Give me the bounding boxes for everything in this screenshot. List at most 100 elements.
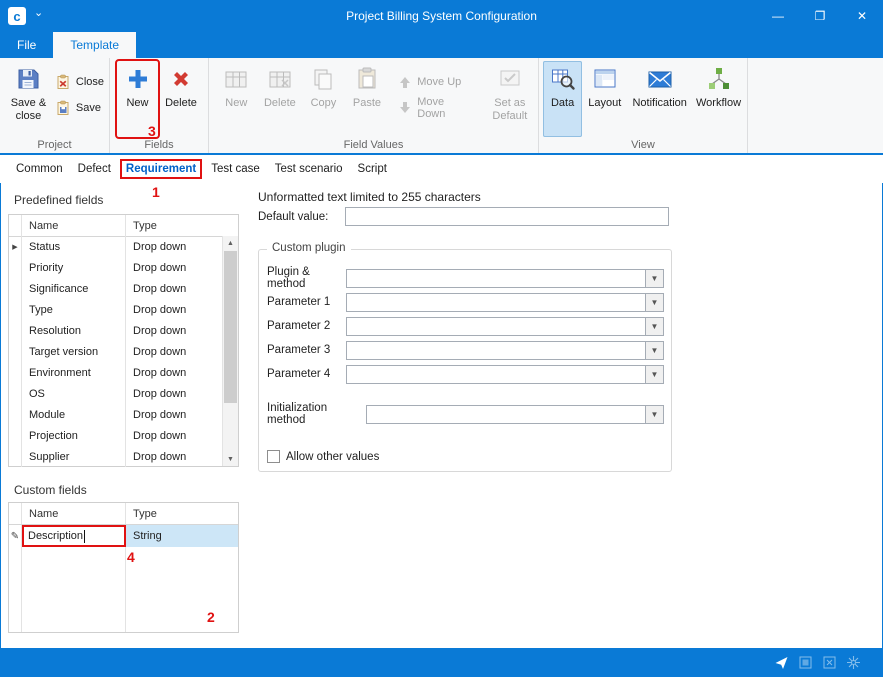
combo-select[interactable]: ▼ — [346, 341, 664, 360]
move-down-button: Move Down — [395, 99, 475, 117]
group-label-project: Project — [0, 139, 109, 151]
custom-plugin-title: Custom plugin — [267, 242, 351, 254]
new-field-label: New — [126, 97, 148, 110]
chevron-down-icon[interactable]: ▼ — [645, 342, 663, 359]
panel-icon[interactable] — [798, 655, 813, 670]
chevron-down-icon[interactable]: ▼ — [645, 318, 663, 335]
predefined-field-row[interactable]: TypeDrop down — [9, 299, 221, 320]
empty-name-column — [22, 547, 126, 632]
template-tab-script[interactable]: Script — [352, 159, 393, 179]
paste-icon — [354, 64, 380, 94]
chevron-down-icon[interactable]: ▼ — [645, 294, 663, 311]
set-as-default-button: Set as Default — [484, 61, 536, 137]
predefined-field-row[interactable]: ModuleDrop down — [9, 404, 221, 425]
field-name-cell: Target version — [22, 341, 126, 362]
predefined-table-body: ▶StatusDrop downPriorityDrop downSignifi… — [9, 236, 221, 466]
annotation-number-1: 1 — [152, 184, 160, 200]
template-tab-defect[interactable]: Defect — [72, 159, 117, 179]
chevron-down-icon[interactable]: ▼ — [645, 270, 663, 287]
close-template-button[interactable]: Close — [52, 73, 107, 91]
default-value-input[interactable] — [345, 207, 669, 226]
chevron-down-icon[interactable]: ▼ — [645, 366, 663, 383]
layout-icon — [592, 64, 618, 94]
predefined-field-row[interactable]: ResolutionDrop down — [9, 320, 221, 341]
header-name: Name — [22, 215, 126, 236]
custom-field-row[interactable]: ✎ Description String — [9, 525, 238, 547]
spark-settings-icon[interactable] — [846, 655, 861, 670]
view-layout-label: Layout — [588, 97, 621, 110]
save-close-icon — [15, 64, 41, 94]
predefined-field-row[interactable]: PriorityDrop down — [9, 257, 221, 278]
predefined-field-row[interactable]: SupplierDrop down — [9, 446, 221, 467]
combo-select[interactable]: ▼ — [346, 317, 664, 336]
scrollbar-thumb[interactable] — [224, 251, 237, 403]
field-name-cell: Environment — [22, 362, 126, 383]
field-name-editor[interactable]: Description — [22, 525, 126, 547]
save-button[interactable]: Save — [52, 99, 107, 117]
ribbon-group-project: Save & close Close Save Project — [0, 58, 110, 153]
header-type: Type — [126, 215, 238, 236]
field-name-cell: Significance — [22, 278, 126, 299]
template-tab-common[interactable]: Common — [10, 159, 69, 179]
close-template-icon — [55, 74, 71, 90]
predefined-fields-table: Name Type ▶StatusDrop downPriorityDrop d… — [8, 214, 239, 467]
copy-icon — [310, 64, 336, 94]
copy-label: Copy — [311, 97, 337, 110]
template-tab-requirement[interactable]: Requirement — [120, 159, 202, 179]
close-template-label: Close — [76, 76, 104, 88]
row-indicator-icon — [9, 425, 22, 446]
combo-label: Parameter 4 — [267, 368, 346, 380]
combo-select[interactable]: ▼ — [346, 269, 664, 288]
group-label-fields: Fields — [110, 139, 208, 151]
close-window-button[interactable]: ✕ — [841, 0, 883, 32]
initialization-method-select[interactable]: ▼ — [366, 405, 664, 424]
save-and-close-button[interactable]: Save & close — [5, 61, 52, 137]
view-notification-button[interactable]: Notification — [627, 61, 692, 137]
template-tab-test-scenario[interactable]: Test scenario — [269, 159, 349, 179]
delete-x-icon — [168, 64, 194, 94]
scroll-down-icon[interactable]: ▼ — [223, 452, 238, 466]
text-caret — [84, 530, 85, 543]
combo-label: Parameter 1 — [267, 296, 346, 308]
vertical-scrollbar[interactable]: ▲ ▼ — [222, 236, 238, 466]
plus-icon — [125, 64, 151, 94]
ribbon-tab-file[interactable]: File — [0, 32, 53, 58]
view-workflow-button[interactable]: Workflow — [692, 61, 745, 137]
field-type-cell: Drop down — [126, 320, 221, 341]
share-pointer-icon[interactable] — [774, 655, 789, 670]
allow-other-values-label: Allow other values — [286, 451, 379, 463]
field-name-cell: Status — [22, 236, 126, 257]
ribbon-group-view: Data Layout Notification Workflow — [539, 58, 748, 153]
field-name-cell: Projection — [22, 425, 126, 446]
row-indicator-icon — [9, 257, 22, 278]
combo-select[interactable]: ▼ — [346, 293, 664, 312]
chevron-down-icon[interactable]: ▼ — [645, 406, 663, 423]
combo-select[interactable]: ▼ — [346, 365, 664, 384]
arrow-up-icon — [398, 75, 412, 89]
allow-other-values-checkbox[interactable] — [267, 450, 280, 463]
predefined-field-row[interactable]: ▶StatusDrop down — [9, 236, 221, 257]
view-data-button[interactable]: Data — [543, 61, 582, 137]
predefined-field-row[interactable]: Target versionDrop down — [9, 341, 221, 362]
field-name-cell: Module — [22, 404, 126, 425]
row-indicator-icon — [9, 341, 22, 362]
view-notification-label: Notification — [632, 97, 686, 110]
minimize-button[interactable]: — — [757, 0, 799, 32]
predefined-field-row[interactable]: OSDrop down — [9, 383, 221, 404]
header-selector-cell — [9, 215, 22, 236]
view-layout-button[interactable]: Layout — [582, 61, 627, 137]
close-panel-icon[interactable] — [822, 655, 837, 670]
set-as-default-label: Set as Default — [484, 97, 536, 123]
delete-field-button[interactable]: Delete — [158, 61, 204, 137]
delete-field-label: Delete — [165, 97, 197, 110]
field-type-cell[interactable]: String — [126, 525, 238, 547]
row-indicator-icon: ▶ — [9, 236, 22, 257]
ribbon-tab-template[interactable]: Template — [53, 32, 136, 58]
scroll-up-icon[interactable]: ▲ — [223, 236, 238, 250]
predefined-field-row[interactable]: EnvironmentDrop down — [9, 362, 221, 383]
predefined-field-row[interactable]: SignificanceDrop down — [9, 278, 221, 299]
predefined-field-row[interactable]: ProjectionDrop down — [9, 425, 221, 446]
maximize-button[interactable]: ❐ — [799, 0, 841, 32]
app-window: c ⌄ Project Billing System Configuration… — [0, 0, 883, 677]
template-tab-test-case[interactable]: Test case — [205, 159, 266, 179]
